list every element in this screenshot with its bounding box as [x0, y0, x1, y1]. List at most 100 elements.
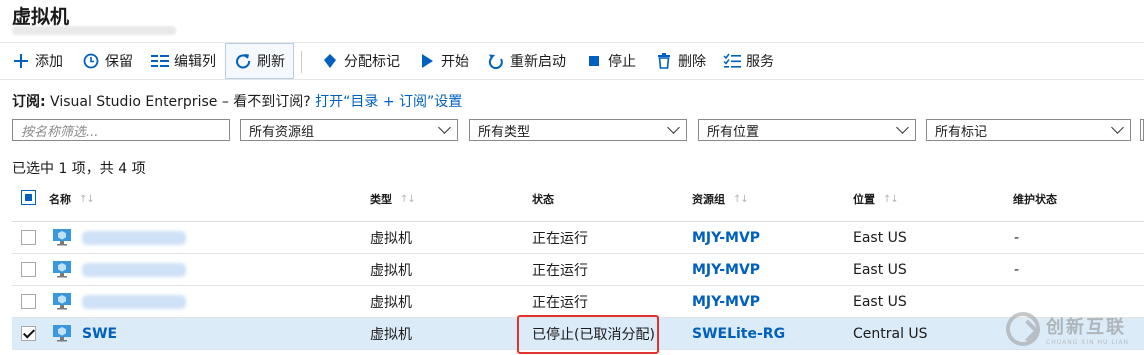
vm-type: 虚拟机: [370, 262, 412, 279]
vm-name-redacted[interactable]: [82, 295, 186, 309]
refresh-button[interactable]: 刷新: [225, 43, 294, 79]
restart-icon: [487, 52, 505, 70]
chevron-down-icon: [1111, 121, 1124, 134]
columns-icon: [151, 52, 169, 70]
add-label: 添加: [35, 54, 63, 70]
location-select[interactable]: 所有位置: [698, 119, 916, 141]
vm-name-link[interactable]: SWE: [82, 318, 117, 349]
services-label: 服务: [746, 54, 774, 70]
table-row[interactable]: 虚拟机 正在运行 MJY-MVP East US: [12, 286, 1144, 318]
table-row[interactable]: 虚拟机 正在运行 MJY-MVP East US -: [12, 222, 1144, 254]
name-filter-input[interactable]: 按名称筛选...: [12, 119, 230, 141]
select-all-checkbox[interactable]: [21, 190, 36, 205]
column-location-label: 位置: [853, 193, 875, 206]
resource-group-value: 所有资源组: [249, 124, 315, 140]
column-header-type[interactable]: 类型 ↑↓: [370, 191, 416, 207]
vm-name-redacted[interactable]: [82, 231, 186, 245]
column-status-label: 状态: [532, 193, 554, 206]
virtual-machine-icon: [52, 260, 72, 278]
status-highlight-box: [517, 315, 659, 354]
watermark-main-text: 创新互联: [1046, 316, 1126, 338]
start-button[interactable]: 开始: [418, 43, 469, 79]
extra-filter-edge[interactable]: [1140, 119, 1144, 141]
save-label: 保留: [105, 54, 133, 70]
chevron-down-icon: [896, 121, 909, 134]
maintenance-status: -: [1014, 229, 1020, 246]
stop-button[interactable]: 停止: [585, 43, 636, 79]
column-header-name[interactable]: 名称 ↑↓: [49, 191, 95, 207]
toolbar-divider: [301, 51, 302, 73]
virtual-machine-icon: [52, 292, 72, 310]
vm-status: 正在运行: [532, 262, 588, 279]
add-button[interactable]: 添加: [12, 43, 63, 79]
location-value: 所有位置: [707, 124, 760, 140]
subscription-text: Visual Studio Enterprise – 看不到订阅?: [45, 94, 316, 110]
resource-group-link[interactable]: SWELite-RG: [692, 318, 785, 349]
tag-icon: [321, 52, 339, 70]
play-icon: [418, 52, 436, 70]
row-checkbox[interactable]: [21, 294, 36, 309]
column-header-maintenance[interactable]: 维护状态: [1013, 191, 1057, 207]
tags-value: 所有标记: [935, 124, 988, 140]
watermark-sub-text: CHUANG XIN HU LIAN: [1046, 338, 1130, 346]
type-select[interactable]: 所有类型: [469, 119, 687, 141]
trash-icon: [655, 52, 673, 70]
vm-location: East US: [853, 293, 907, 310]
assign-tags-button[interactable]: 分配标记: [321, 43, 400, 79]
command-bar: 添加 保留 编辑列 刷新 分配标记 开始 重新启动 停止 删除 服务: [0, 42, 1144, 80]
row-checkbox[interactable]: [21, 262, 36, 277]
stop-icon: [585, 52, 603, 70]
column-maintenance-label: 维护状态: [1013, 193, 1057, 206]
column-resource-group-label: 资源组: [692, 193, 725, 206]
column-header-status[interactable]: 状态: [532, 191, 554, 207]
column-name-label: 名称: [49, 193, 71, 206]
selection-count: 已选中 1 项，共 4 项: [12, 161, 146, 177]
vm-location: East US: [853, 229, 907, 246]
virtual-machine-icon: [52, 324, 72, 342]
page-title: 虚拟机: [12, 6, 70, 28]
virtual-machine-icon: [52, 228, 72, 246]
sort-icon: ↑↓: [400, 193, 416, 205]
services-button[interactable]: 服务: [723, 43, 774, 79]
column-header-resource-group[interactable]: 资源组 ↑↓: [692, 191, 749, 207]
resource-group-select[interactable]: 所有资源组: [240, 119, 458, 141]
row-checkbox[interactable]: [21, 230, 36, 245]
restart-button[interactable]: 重新启动: [487, 43, 566, 79]
column-header-location[interactable]: 位置 ↑↓: [853, 191, 899, 207]
edit-columns-button[interactable]: 编辑列: [151, 43, 216, 79]
name-filter-placeholder: 按名称筛选...: [21, 124, 99, 140]
vm-type: 虚拟机: [370, 294, 412, 311]
type-value: 所有类型: [478, 124, 531, 140]
sort-icon: ↑↓: [79, 193, 95, 205]
table-row[interactable]: 虚拟机 正在运行 MJY-MVP East US -: [12, 254, 1144, 286]
vm-status: 正在运行: [532, 230, 588, 247]
save-button[interactable]: 保留: [82, 43, 133, 79]
refresh-icon: [234, 52, 252, 70]
chevron-down-icon: [438, 121, 451, 134]
row-checkbox-checked[interactable]: [21, 326, 36, 341]
start-label: 开始: [441, 54, 469, 70]
refresh-label: 刷新: [257, 54, 285, 70]
vm-name-redacted[interactable]: [82, 263, 186, 277]
sort-icon: ↑↓: [733, 193, 749, 205]
clock-icon: [82, 52, 100, 70]
subscription-label: 订阅:: [12, 94, 46, 110]
delete-label: 删除: [678, 54, 706, 70]
chevron-down-icon: [667, 121, 680, 134]
resource-group-link[interactable]: MJY-MVP: [692, 286, 760, 317]
tags-select[interactable]: 所有标记: [926, 119, 1131, 141]
resource-group-link[interactable]: MJY-MVP: [692, 254, 760, 285]
vm-location: East US: [853, 261, 907, 278]
checklist-icon: [723, 52, 741, 70]
directory-settings-link[interactable]: 打开“目录 + 订阅”设置: [315, 94, 462, 110]
sort-icon: ↑↓: [883, 193, 899, 205]
vm-status: 正在运行: [532, 294, 588, 311]
restart-label: 重新启动: [510, 54, 566, 70]
assign-tags-label: 分配标记: [344, 54, 400, 70]
resource-group-link[interactable]: MJY-MVP: [692, 222, 760, 253]
delete-button[interactable]: 删除: [655, 43, 706, 79]
vm-location: Central US: [853, 325, 928, 342]
maintenance-status: -: [1014, 261, 1020, 278]
page-subtitle-redacted: [12, 26, 176, 35]
vm-type: 虚拟机: [370, 326, 412, 343]
